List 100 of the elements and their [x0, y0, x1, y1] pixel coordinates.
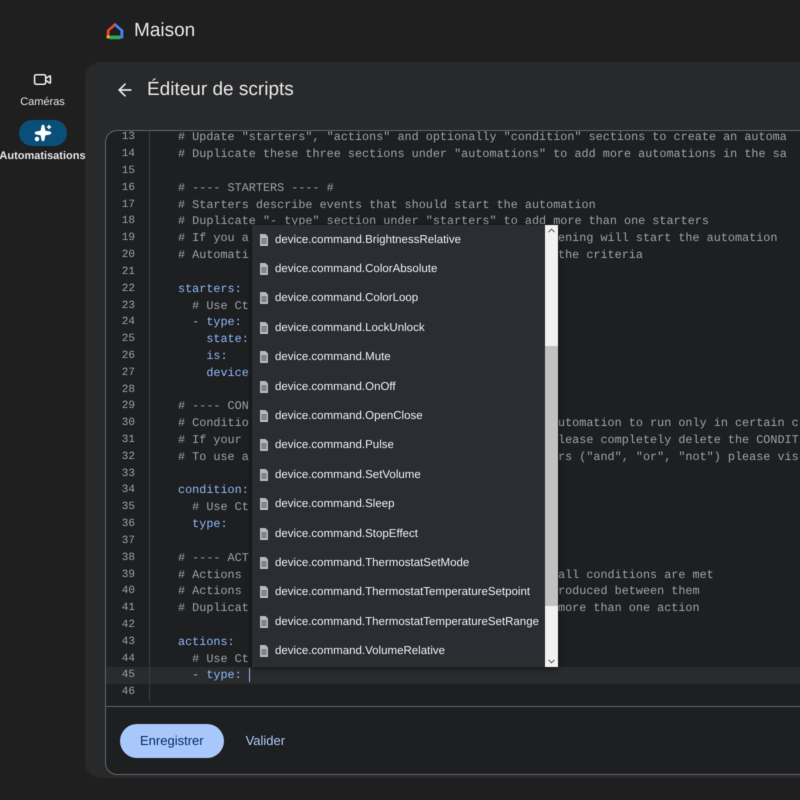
suggestion-item[interactable]: device.command.Mute: [252, 342, 545, 372]
line-number: 37: [120, 534, 135, 547]
line-number: 18: [120, 215, 135, 228]
suggestion-item[interactable]: device.command.VolumeRelative: [252, 636, 545, 666]
line-number: 31: [120, 434, 135, 446]
suggestion-item[interactable]: device.command.Sleep: [252, 490, 545, 519]
code-text: # ---- ACT: [178, 550, 249, 565]
line-number: 44: [120, 652, 135, 665]
code-text: # ---- STARTERS ---- #: [178, 180, 334, 195]
validate-button[interactable]: Valider: [242, 724, 290, 758]
code-text: device: [205, 366, 249, 380]
code-text: # ---- CON: [178, 399, 249, 414]
code-text: all conditions are met: [558, 568, 714, 582]
suggestion-item[interactable]: device.command.ThermostatSetMode: [252, 548, 545, 578]
file-icon: [259, 556, 269, 569]
suggestion-item[interactable]: device.command.OnOff: [252, 372, 545, 402]
line-number: 38: [120, 552, 135, 564]
line-number: 46: [120, 686, 135, 698]
code-text: # Automati: [178, 248, 249, 262]
suggestion-item[interactable]: device.command.ColorLoop: [252, 284, 545, 314]
code-text: roduced between them: [558, 584, 700, 598]
line-number: 13: [120, 131, 135, 144]
suggestion-item[interactable]: device.command.ThermostatTemperatureSetRange: [252, 607, 545, 636]
code-text: ening will start the automation: [558, 231, 778, 246]
file-icon: [259, 351, 269, 364]
suggestion-item[interactable]: device.command.OpenClose: [252, 401, 545, 431]
line-number: 21: [120, 266, 135, 278]
line-number: 16: [120, 182, 135, 194]
line-number: 36: [120, 518, 135, 530]
code-text: state:: [205, 332, 249, 346]
save-button[interactable]: Enregistrer: [120, 724, 224, 758]
code-text: # Use Ct: [191, 500, 249, 514]
code-text: # To use a: [178, 450, 249, 464]
file-icon: [259, 586, 269, 598]
line-number: 42: [120, 618, 135, 631]
line-number: 33: [120, 468, 135, 480]
code-text: # Duplicat: [178, 601, 249, 616]
line-number: 32: [120, 450, 135, 463]
nav-label: Caméras: [20, 96, 65, 108]
line-number: 15: [120, 165, 135, 178]
sparkles-icon: [34, 124, 52, 142]
line-number: 26: [120, 350, 135, 362]
scrollbar[interactable]: [545, 225, 558, 667]
code-text: # Use Ct: [191, 298, 249, 313]
code-text: is:: [205, 348, 228, 363]
page-title: Éditeur de scripts: [147, 79, 294, 101]
nav-item[interactable]: [18, 120, 66, 146]
file-icon: [259, 528, 269, 540]
nav-label: Automatisations: [0, 150, 86, 162]
code-text: the criteria: [558, 248, 643, 262]
code-text: # Conditio: [178, 416, 249, 430]
code-text: # Use Ct: [191, 652, 249, 666]
file-icon: [259, 234, 269, 246]
line-number: 34: [120, 484, 135, 496]
line-number: 43: [120, 636, 135, 648]
line-number: 14: [120, 148, 135, 160]
file-icon: [259, 292, 269, 304]
code-text: - type:: [191, 315, 242, 330]
file-icon: [259, 380, 269, 393]
line-number: 20: [120, 249, 135, 262]
code-text: utomation to run only in certain c: [558, 416, 799, 430]
suggestion-item[interactable]: device.command.SetVolume: [252, 460, 545, 490]
code-text: more than one action: [558, 601, 700, 616]
line-number: 19: [120, 232, 135, 244]
suggestion-item[interactable]: device.command.StopEffect: [252, 518, 545, 548]
line-number: 45: [120, 669, 135, 682]
file-icon: [259, 645, 269, 658]
code-text: # Actions: [178, 584, 242, 598]
code-text: rs ("and", "or", "not") please vis: [558, 450, 799, 464]
line-number: 22: [120, 282, 135, 295]
line-number: 25: [120, 333, 135, 346]
line-number: 27: [120, 366, 135, 379]
code-text: condition:: [178, 483, 249, 498]
file-icon: [259, 439, 269, 452]
line-number: 28: [120, 384, 135, 396]
suggestion-item[interactable]: device.command.Pulse: [252, 430, 545, 460]
code-text: type:: [191, 517, 228, 532]
code-text: # Actions: [178, 568, 242, 582]
code-text: actions:: [178, 634, 235, 649]
suggestion-item[interactable]: device.command.ColorAbsolute: [252, 254, 545, 284]
code-text: starters:: [178, 282, 242, 296]
house-logo-icon: [104, 20, 126, 42]
code-text: # If your: [178, 433, 242, 448]
file-icon: [259, 498, 269, 510]
file-icon: [259, 468, 269, 481]
suggestion-item[interactable]: device.command.LockUnlock: [252, 313, 545, 343]
line-number: 30: [120, 417, 135, 430]
code-text: lease completely delete the CONDIT: [558, 433, 799, 448]
suggestion-item[interactable]: device.command.BrightnessRelative: [252, 225, 545, 254]
code-text: # If you a: [178, 231, 249, 246]
file-icon: [259, 322, 269, 334]
code-text: # Duplicate these three sections under "automations" to add more automations in the sa: [178, 147, 787, 162]
suggestion-item[interactable]: device.command.ThermostatTemperatureSetpoint: [252, 578, 545, 608]
line-number: 23: [120, 300, 135, 312]
file-icon: [259, 410, 269, 422]
line-number: 39: [120, 568, 135, 581]
line-number: 35: [120, 501, 135, 514]
text-cursor: [248, 668, 250, 682]
line-number: 41: [120, 602, 135, 614]
file-icon: [259, 263, 269, 276]
